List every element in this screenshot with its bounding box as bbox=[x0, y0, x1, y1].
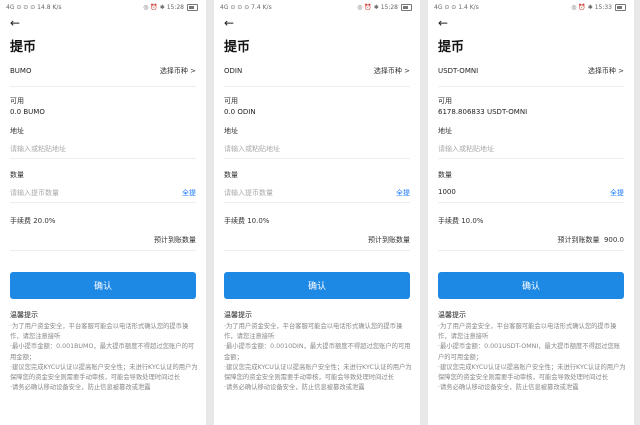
tip-item: ·为了用户资金安全，平台客服可能会以电话形式确认您的提币操作，请您注意接听 bbox=[224, 323, 403, 341]
divider bbox=[438, 202, 624, 203]
address-label: 地址 bbox=[10, 127, 24, 135]
battery-icon bbox=[401, 3, 412, 11]
withdraw-screen-odin: 4G ⊙ ⊙ ⊙ 7.4 K/s ◎ ⏰ ✱ 15:28 ← 提币 ODIN 选… bbox=[214, 0, 420, 425]
status-right-text: ◎ ⏰ ✱ 15:28 bbox=[143, 3, 184, 11]
fee-text: 手续费 20.0% bbox=[10, 217, 56, 225]
status-left: 4G ⊙ ⊙ ⊙ 14.8 K/s bbox=[6, 3, 62, 11]
coin-name: BUMO bbox=[10, 67, 32, 75]
withdraw-all-button[interactable]: 全提 bbox=[396, 188, 410, 198]
tip-item: ·为了用户资金安全，平台客服可能会以电话形式确认您的提币操作，请您注意接听 bbox=[10, 323, 189, 341]
tips-title: 温馨提示 bbox=[10, 311, 38, 319]
available-value: 0.0 BUMO bbox=[10, 108, 45, 116]
confirm-button[interactable]: 确认 bbox=[224, 272, 410, 299]
tip-item: ·最小提币金额：0.001USDT-OMNI，最大提币额度不得超过您账户的可用金… bbox=[438, 343, 621, 361]
amount-label: 数量 bbox=[438, 171, 452, 179]
screenshot-collage: 4G ⊙ ⊙ ⊙ 14.8 K/s ◎ ⏰ ✱ 15:28 ← 提币 BUMO … bbox=[0, 0, 640, 425]
select-coin-link[interactable]: 选择币种 > bbox=[374, 66, 410, 76]
confirm-button[interactable]: 确认 bbox=[10, 272, 196, 299]
status-right-text: ◎ ⏰ ✱ 15:33 bbox=[571, 3, 612, 11]
estimated-receive-label: 预计到账数量 bbox=[557, 236, 600, 244]
divider bbox=[10, 158, 196, 159]
confirm-button[interactable]: 确认 bbox=[438, 272, 624, 299]
page-title: 提币 bbox=[224, 40, 251, 55]
coin-name: ODIN bbox=[224, 67, 243, 75]
available-label: 可用 bbox=[438, 97, 452, 105]
divider bbox=[10, 250, 196, 251]
page-title: 提币 bbox=[438, 40, 465, 55]
page-title: 提币 bbox=[10, 40, 37, 55]
available-label: 可用 bbox=[224, 97, 238, 105]
status-bar: 4G ⊙ ⊙ ⊙ 14.8 K/s ◎ ⏰ ✱ 15:28 bbox=[0, 0, 206, 14]
battery-icon bbox=[187, 3, 198, 11]
tip-item: ·建议您完成KYCU认证以提高账户安全性；未进行KYC认证的用户为保障您的资金安… bbox=[224, 363, 412, 382]
available-value: 6178.806833 USDT-OMNI bbox=[438, 108, 528, 116]
tip-item: ·为了用户资金安全，平台客服可能会以电话形式确认您的提币操作，请您注意接听 bbox=[438, 323, 617, 341]
status-left: 4G ⊙ ⊙ ⊙ 7.4 K/s bbox=[220, 3, 272, 11]
coin-selector-row[interactable]: BUMO 选择币种 > bbox=[10, 64, 196, 78]
status-right-text: ◎ ⏰ ✱ 15:28 bbox=[357, 3, 398, 11]
divider bbox=[224, 158, 410, 159]
withdraw-screen-usdt-omni: 4G ⊙ ⊙ 1.4 K/s ◎ ⏰ ✱ 15:33 ← 提币 USDT-OMN… bbox=[428, 0, 634, 425]
select-coin-link[interactable]: 选择币种 > bbox=[588, 66, 624, 76]
tip-item: ·最小提币金额：0.0010DIN，最大提币额度不得超过您账户的可用金额； bbox=[224, 343, 411, 361]
amount-input[interactable]: 请输入提币数量 bbox=[10, 188, 59, 198]
fee-text: 手续费 10.0% bbox=[438, 217, 484, 225]
amount-label: 数量 bbox=[10, 171, 24, 179]
amount-label: 数量 bbox=[224, 171, 238, 179]
tip-item: ·请务必确认移动设备安全，防止信息被篡改或泄露 bbox=[10, 384, 151, 392]
status-bar: 4G ⊙ ⊙ ⊙ 7.4 K/s ◎ ⏰ ✱ 15:28 bbox=[214, 0, 420, 14]
tips-list: ·为了用户资金安全，平台客服可能会以电话形式确认您的提币操作，请您注意接听 ·最… bbox=[10, 322, 198, 393]
tip-item: ·请务必确认移动设备安全，防止信息被篡改或泄露 bbox=[224, 384, 365, 392]
tips-list: ·为了用户资金安全，平台客服可能会以电话形式确认您的提币操作，请您注意接听 ·最… bbox=[438, 322, 626, 393]
address-label: 地址 bbox=[224, 127, 238, 135]
status-right: ◎ ⏰ ✱ 15:28 bbox=[357, 3, 412, 11]
withdraw-all-button[interactable]: 全提 bbox=[610, 188, 624, 198]
divider bbox=[10, 86, 196, 87]
divider bbox=[224, 86, 410, 87]
fee-text: 手续费 10.0% bbox=[224, 217, 270, 225]
estimated-receive: 预计到账数量 900.0 bbox=[558, 235, 625, 245]
estimated-receive: 预计到账数量 bbox=[154, 235, 196, 245]
back-arrow-icon[interactable]: ← bbox=[10, 16, 20, 30]
tip-item: ·建议您完成KYCU认证以提高账户安全性；未进行KYC认证的用户为保障您的资金安… bbox=[438, 363, 626, 382]
status-right: ◎ ⏰ ✱ 15:28 bbox=[143, 3, 198, 11]
estimated-receive: 预计到账数量 bbox=[368, 235, 410, 245]
withdraw-screen-bumo: 4G ⊙ ⊙ ⊙ 14.8 K/s ◎ ⏰ ✱ 15:28 ← 提币 BUMO … bbox=[0, 0, 206, 425]
divider bbox=[438, 250, 624, 251]
address-input[interactable]: 请输入或粘贴地址 bbox=[10, 144, 66, 154]
tip-item: ·建议您完成KYCU认证以提高账户安全性；未进行KYC认证的用户为保障您的资金安… bbox=[10, 363, 198, 382]
tips-title: 温馨提示 bbox=[224, 311, 252, 319]
estimated-receive-value: 900.0 bbox=[603, 236, 624, 244]
divider bbox=[10, 202, 196, 203]
coin-selector-row[interactable]: USDT-OMNI 选择币种 > bbox=[438, 64, 624, 78]
available-label: 可用 bbox=[10, 97, 24, 105]
divider bbox=[438, 158, 624, 159]
address-input[interactable]: 请输入或粘贴地址 bbox=[438, 144, 494, 154]
status-right: ◎ ⏰ ✱ 15:33 bbox=[571, 3, 626, 11]
address-label: 地址 bbox=[438, 127, 452, 135]
status-bar: 4G ⊙ ⊙ 1.4 K/s ◎ ⏰ ✱ 15:33 bbox=[428, 0, 634, 14]
status-left: 4G ⊙ ⊙ 1.4 K/s bbox=[434, 3, 479, 11]
tip-item: ·最小提币金额：0.001BUMO，最大提币额度不得超过您账户的可用金额； bbox=[10, 343, 195, 361]
amount-input[interactable]: 1000 bbox=[438, 188, 456, 196]
coin-name: USDT-OMNI bbox=[438, 67, 479, 75]
divider bbox=[224, 250, 410, 251]
available-value: 0.0 ODIN bbox=[224, 108, 256, 116]
estimated-receive-label: 预计到账数量 bbox=[154, 236, 196, 244]
select-coin-link[interactable]: 选择币种 > bbox=[160, 66, 196, 76]
amount-input[interactable]: 请输入提币数量 bbox=[224, 188, 273, 198]
withdraw-all-button[interactable]: 全提 bbox=[182, 188, 196, 198]
estimated-receive-label: 预计到账数量 bbox=[368, 236, 410, 244]
tips-title: 温馨提示 bbox=[438, 311, 466, 319]
coin-selector-row[interactable]: ODIN 选择币种 > bbox=[224, 64, 410, 78]
divider bbox=[438, 86, 624, 87]
address-input[interactable]: 请输入或粘贴地址 bbox=[224, 144, 280, 154]
tips-list: ·为了用户资金安全，平台客服可能会以电话形式确认您的提币操作，请您注意接听 ·最… bbox=[224, 322, 412, 393]
back-arrow-icon[interactable]: ← bbox=[224, 16, 234, 30]
battery-icon bbox=[615, 3, 626, 11]
tip-item: ·请务必确认移动设备安全，防止信息被篡改或泄露 bbox=[438, 384, 579, 392]
divider bbox=[224, 202, 410, 203]
back-arrow-icon[interactable]: ← bbox=[438, 16, 448, 30]
